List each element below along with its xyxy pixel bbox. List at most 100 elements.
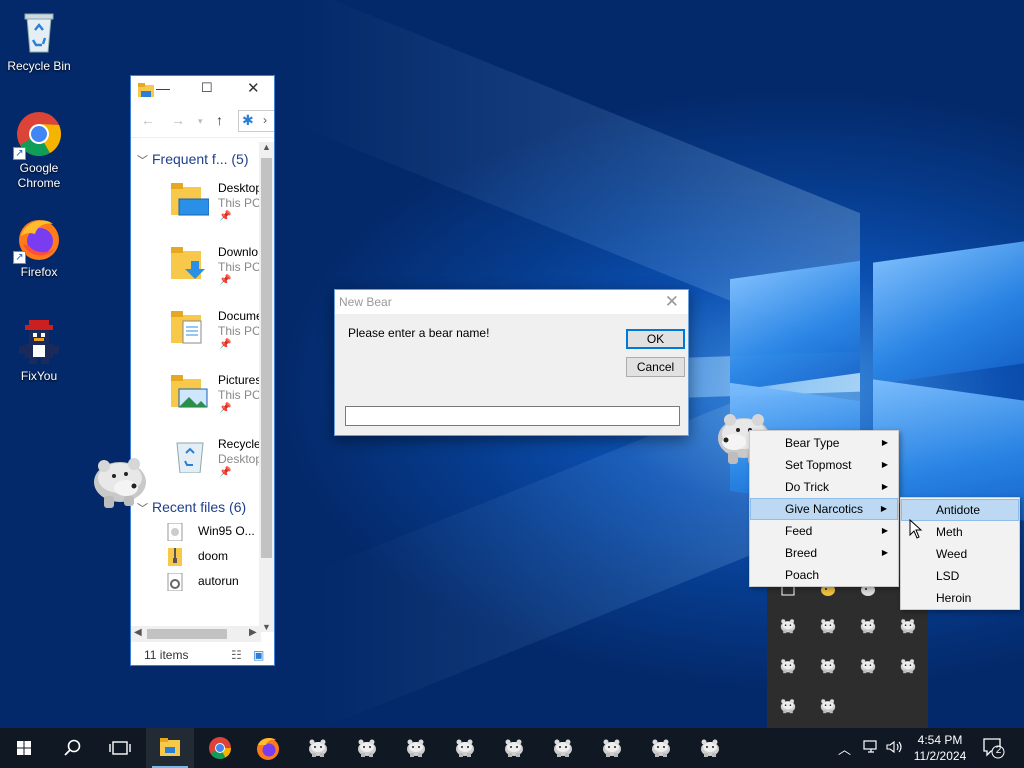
menu-item-bear-type[interactable]: Bear Type ▶ (750, 432, 898, 454)
bear-app-icon[interactable] (859, 658, 876, 674)
desktop-icon-firefox[interactable]: ↗ Firefox (1, 214, 77, 280)
clock-time: 4:54 PM (917, 733, 963, 747)
desktop-icon-fixyou[interactable]: FixYou (1, 318, 77, 384)
details-view-icon[interactable]: ☷ (231, 644, 242, 665)
scroll-up-icon[interactable]: ▲ (262, 142, 271, 152)
navigation-bar: ← → ▾ ↑ ✱ › (131, 104, 274, 138)
settings-file-icon (167, 572, 183, 592)
start-icon (17, 741, 31, 755)
bear-app-icon[interactable] (441, 728, 489, 768)
frequent-folder-item[interactable]: Downlo This PC 📌 (131, 235, 261, 299)
status-bar: 11 items ☷ ▣ (131, 644, 274, 665)
bear-app-icon[interactable] (686, 728, 734, 768)
network-icon[interactable] (862, 739, 880, 768)
horizontal-scrollbar[interactable]: ◀ ▶ (131, 626, 261, 642)
bear-app-icon[interactable] (819, 618, 836, 634)
bear-app-icon[interactable] (899, 658, 916, 674)
bear-app-icon[interactable] (779, 698, 796, 714)
close-button[interactable]: ✕ (247, 79, 260, 97)
vertical-scrollbar[interactable]: ▲ ▼ (259, 142, 274, 632)
bear-app-icon[interactable] (819, 698, 836, 714)
desktop-icon-recycle-bin[interactable]: Recycle Bin (1, 8, 77, 74)
menu-item-give-narcotics[interactable]: Give Narcotics ▶ (750, 498, 898, 520)
recent-file-item[interactable]: Win95 O... (131, 519, 261, 544)
bear-app-icon[interactable] (899, 618, 916, 634)
back-arrow-icon[interactable]: ← (141, 112, 155, 128)
bear-app-icon[interactable] (819, 658, 836, 674)
bear-sprite[interactable] (90, 452, 154, 513)
file-explorer-window[interactable]: — ☐ ✕ ← → ▾ ↑ ✱ › ﹀ Frequent f... (5) Des… (130, 75, 275, 666)
search-button[interactable] (48, 728, 96, 768)
bear-app-icon[interactable] (490, 728, 538, 768)
maximize-button[interactable]: ☐ (201, 80, 213, 96)
show-hidden-icons-chevron-icon[interactable]: ︿ (838, 739, 851, 768)
file-icon (167, 522, 183, 542)
bear-app-icon[interactable] (539, 728, 587, 768)
menu-item-do-trick[interactable]: Do Trick ▶ (750, 476, 898, 498)
bear-app-icon[interactable] (294, 728, 342, 768)
close-icon[interactable]: ✕ (665, 292, 679, 312)
recent-file-item[interactable]: autorun (131, 569, 261, 594)
frequent-folder-item[interactable]: Desktop This PC 📌 (131, 171, 261, 235)
system-clock[interactable]: 4:54 PM 11/2/2024 (900, 732, 980, 764)
bear-app-icon[interactable] (779, 618, 796, 634)
bear-app-icon[interactable] (588, 728, 636, 768)
file-explorer-icon (160, 738, 180, 756)
start-button[interactable] (0, 728, 48, 768)
up-arrow-icon[interactable]: ↑ (216, 112, 223, 128)
wallpaper-logo-pane (873, 241, 1024, 385)
task-view-button[interactable] (96, 728, 144, 768)
window-title-bar[interactable]: — ☐ ✕ (131, 76, 274, 104)
large-icons-view-icon[interactable]: ▣ (253, 644, 264, 665)
ok-button[interactable]: OK (626, 329, 685, 349)
menu-item-feed[interactable]: Feed ▶ (750, 520, 898, 542)
taskbar-chrome[interactable] (196, 728, 244, 768)
submenu-item-weed[interactable]: Weed (901, 543, 1019, 565)
submenu-item-lsd[interactable]: LSD (901, 565, 1019, 587)
scrollbar-thumb[interactable] (147, 629, 227, 639)
frequent-folder-item[interactable]: Pictures This PC 📌 (131, 363, 261, 427)
navigation-content: ﹀ Frequent f... (5) Desktop This PC 📌 Dow… (131, 142, 261, 632)
minimize-button[interactable]: — (156, 80, 170, 96)
submenu-item-antidote[interactable]: Antidote (901, 499, 1019, 521)
dialog-prompt: Please enter a bear name! (348, 326, 490, 340)
recent-locations-chevron-icon[interactable]: ▾ (198, 116, 203, 127)
submenu-arrow-icon: ▶ (880, 504, 887, 513)
bear-app-icon[interactable] (859, 618, 876, 634)
frequent-folder-item[interactable]: Docume This PC 📌 (131, 299, 261, 363)
downloads-folder-icon (171, 247, 209, 281)
breadcrumb-chevron-icon: › (263, 113, 267, 127)
dialog-title-bar[interactable]: New Bear ✕ (335, 290, 688, 314)
bear-app-icon[interactable] (779, 658, 796, 674)
chrome-icon (209, 737, 231, 759)
scrollbar-thumb[interactable] (261, 158, 272, 558)
quick-access-star-icon: ✱ (242, 112, 254, 128)
bear-name-input[interactable] (345, 406, 680, 426)
taskbar-file-explorer[interactable] (146, 728, 194, 768)
address-bar[interactable]: ✱ › (238, 110, 274, 132)
menu-item-breed[interactable]: Breed ▶ (750, 542, 898, 564)
chrome-icon: ↗ (13, 110, 63, 160)
desktop-icon-chrome[interactable]: ↗ Google Chrome (1, 110, 77, 191)
bear-app-icon[interactable] (637, 728, 685, 768)
scroll-down-icon[interactable]: ▼ (262, 622, 271, 632)
forward-arrow-icon[interactable]: → (171, 112, 185, 128)
notification-center-icon[interactable]: 2 (982, 737, 1006, 768)
new-bear-dialog[interactable]: New Bear ✕ Please enter a bear name! OK … (334, 289, 689, 436)
frequent-folders-header[interactable]: ﹀ Frequent f... (5) (131, 147, 261, 171)
recent-file-item[interactable]: doom (131, 544, 261, 569)
submenu-arrow-icon: ▶ (881, 438, 888, 447)
menu-item-poach[interactable]: Poach (750, 564, 898, 586)
shortcut-arrow-icon: ↗ (13, 251, 26, 264)
cancel-button[interactable]: Cancel (626, 357, 685, 377)
menu-item-set-topmost[interactable]: Set Topmost ▶ (750, 454, 898, 476)
pin-icon: 📌 (219, 403, 232, 414)
scroll-left-icon[interactable]: ◀ (134, 627, 142, 638)
task-view-icon (109, 741, 131, 755)
submenu-item-heroin[interactable]: Heroin (901, 587, 1019, 609)
bear-app-icon[interactable] (392, 728, 440, 768)
bear-app-icon[interactable] (343, 728, 391, 768)
scroll-right-icon[interactable]: ▶ (249, 627, 257, 638)
submenu-arrow-icon: ▶ (881, 482, 888, 491)
taskbar-firefox[interactable] (244, 728, 292, 768)
